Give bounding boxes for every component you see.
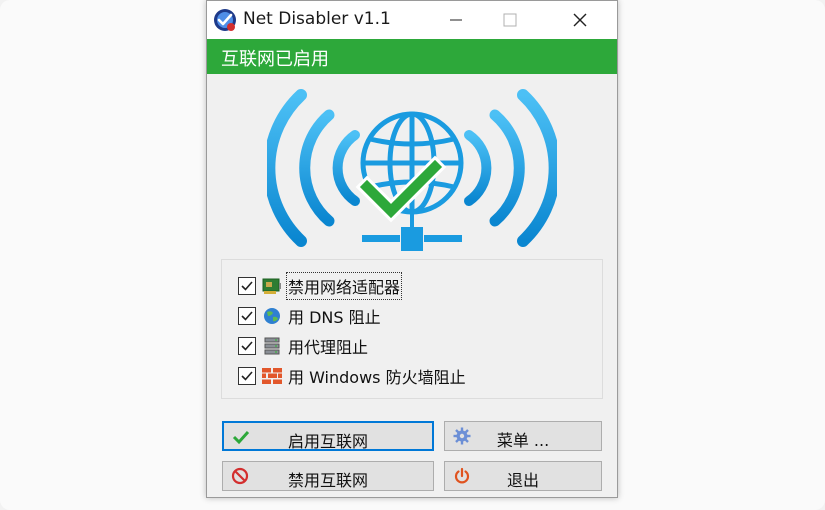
- option-firewall-block[interactable]: 用 Windows 防火墙阻止: [238, 364, 466, 388]
- window-title: Net Disabler v1.1: [243, 9, 391, 29]
- option-disable-adapter[interactable]: 禁用网络适配器: [238, 272, 403, 300]
- enable-internet-label: 启用互联网: [287, 432, 368, 451]
- firewall-icon: [262, 367, 282, 385]
- menu-label: 菜单 ...: [496, 431, 550, 450]
- option-checkbox[interactable]: [238, 307, 256, 325]
- option-checkbox[interactable]: [238, 367, 256, 385]
- network-status-icon: [267, 89, 557, 251]
- minimize-icon: [450, 19, 462, 21]
- option-label: 用代理阻止: [288, 338, 369, 357]
- app-logo-icon: [214, 9, 236, 31]
- close-icon: [573, 13, 587, 27]
- minimize-button[interactable]: [433, 1, 479, 39]
- title-bar[interactable]: Net Disabler v1.1: [207, 1, 617, 39]
- signal-waves-right-icon: [464, 89, 557, 247]
- option-label: 用 DNS 阻止: [288, 308, 381, 327]
- option-label: 禁用网络适配器: [285, 272, 403, 300]
- maximize-button[interactable]: [487, 1, 533, 39]
- close-button[interactable]: [557, 1, 603, 39]
- menu-button[interactable]: 菜单 ...: [444, 421, 602, 451]
- check-icon: [241, 341, 253, 351]
- check-icon: [241, 311, 253, 321]
- network-node-icon: [362, 211, 462, 251]
- check-icon: [241, 371, 253, 381]
- exit-button[interactable]: 退出: [444, 461, 602, 491]
- option-proxy-block[interactable]: 用代理阻止: [238, 334, 368, 358]
- signal-waves-left-icon: [267, 89, 360, 247]
- status-banner: 互联网已启用: [207, 39, 617, 74]
- disable-internet-button[interactable]: 禁用互联网: [222, 461, 434, 491]
- option-label: 用 Windows 防火墙阻止: [288, 368, 466, 387]
- exit-label: 退出: [506, 471, 539, 490]
- app-window: Net Disabler v1.1 互联网已启用 禁用网络适配器 用 DNS 阻…: [206, 0, 618, 498]
- option-dns-block[interactable]: 用 DNS 阻止: [238, 304, 381, 328]
- enable-internet-button[interactable]: 启用互联网: [222, 421, 434, 451]
- blocking-options-group: 禁用网络适配器 用 DNS 阻止 用代理阻止 用 Windows 防火墙阻止: [221, 259, 603, 399]
- disable-internet-label: 禁用互联网: [287, 471, 368, 490]
- network-adapter-icon: [262, 277, 282, 295]
- check-icon: [241, 281, 253, 291]
- maximize-icon: [503, 13, 517, 27]
- option-checkbox[interactable]: [238, 337, 256, 355]
- status-text: 互联网已启用: [221, 49, 329, 70]
- globe-icon: [262, 307, 282, 325]
- server-icon: [262, 337, 282, 355]
- option-checkbox[interactable]: [238, 277, 256, 295]
